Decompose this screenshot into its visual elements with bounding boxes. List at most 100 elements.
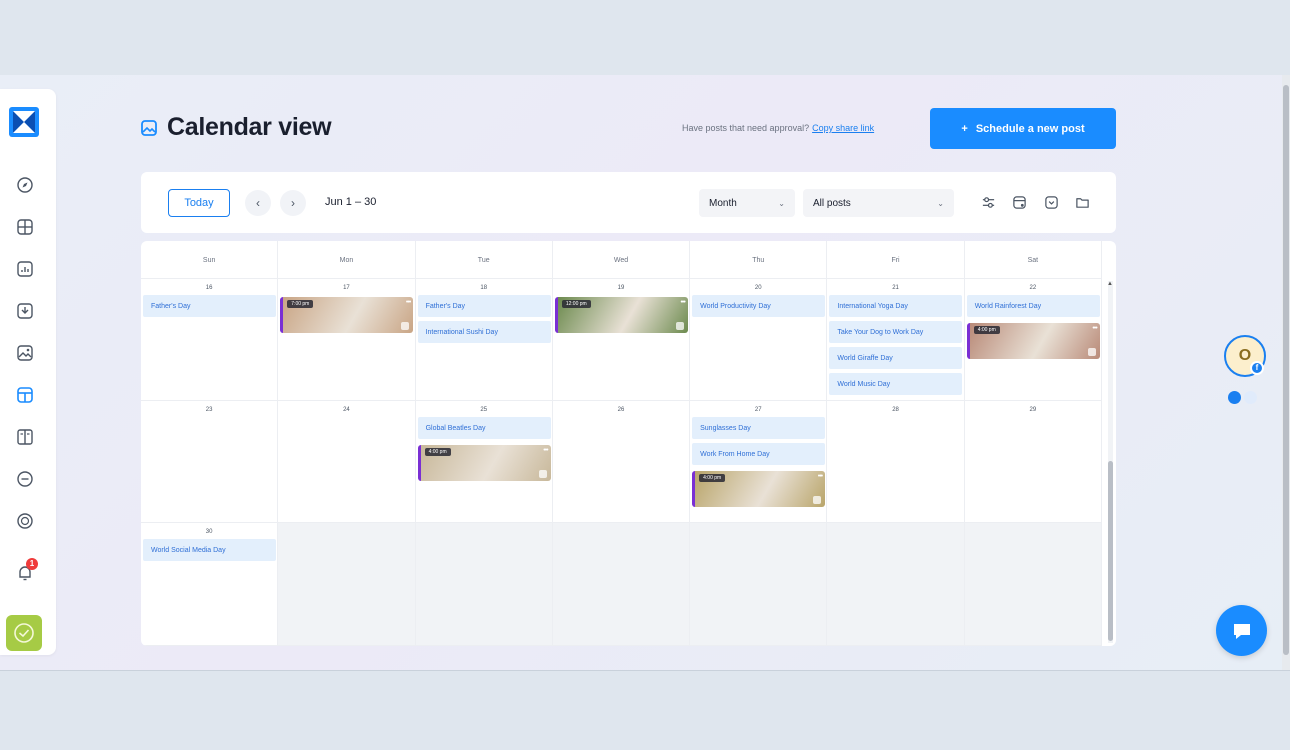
day-cell[interactable]: 17 7:00 pm ••• [278, 279, 416, 400]
download-icon[interactable] [15, 301, 35, 321]
select-checkbox-icon[interactable] [538, 470, 547, 478]
app-window: 1 Calendar view Have posts that need app… [0, 75, 1290, 670]
more-options-icon[interactable]: ••• [818, 473, 823, 480]
chat-support-button[interactable] [1216, 605, 1267, 656]
week-row: 16 Father's Day 17 7:00 pm ••• 18 Father's Day… [141, 279, 1102, 401]
next-month-icon[interactable]: › [280, 190, 306, 216]
calendar-title-icon [141, 119, 157, 136]
copy-share-link[interactable]: Copy share link [812, 123, 874, 133]
post-time: 7:00 pm [287, 300, 314, 308]
day-cell[interactable]: 18 Father's Day International Sushi Day [416, 279, 553, 400]
day-cell[interactable] [964, 523, 1102, 645]
week-row: 23 24 25 Global Beatles Day 4:00 pm ••• 26 27 Su… [141, 401, 1102, 523]
more-options-icon[interactable]: ••• [680, 299, 685, 306]
select-checkbox-icon[interactable] [675, 322, 684, 330]
scroll-up-icon[interactable]: ▲ [1107, 281, 1113, 287]
page-scroll-thumb[interactable] [1283, 85, 1289, 655]
post-time: 4:00 pm [424, 448, 451, 456]
bell-icon[interactable]: 1 [15, 558, 38, 583]
day-cell[interactable]: 26 [553, 401, 691, 522]
scheduled-post[interactable]: 4:00 pm ••• [692, 471, 826, 507]
view-select-value: Month [709, 197, 737, 209]
day-cell[interactable]: 29 [965, 401, 1102, 522]
day-name: Fri [827, 241, 965, 279]
app-logo-icon[interactable] [9, 107, 39, 137]
folder-icon[interactable] [1073, 193, 1091, 211]
select-checkbox-icon[interactable] [813, 496, 822, 504]
day-cell[interactable]: 30 World Social Media Day [141, 523, 279, 645]
calendar-scroll-thumb[interactable] [1108, 461, 1113, 641]
holiday-event[interactable]: Sunglasses Day [692, 417, 826, 439]
date-number: 28 [892, 407, 899, 413]
calendar-nav-icon[interactable] [15, 385, 35, 405]
scheduled-post[interactable]: 4:00 pm ••• [966, 323, 1100, 359]
holiday-event[interactable]: World Giraffe Day [829, 347, 963, 369]
day-cell[interactable]: 21 International Yoga Day Take Your Dog to… [827, 279, 965, 400]
account-logo-icon[interactable] [6, 615, 42, 651]
day-cell[interactable]: 20 World Productivity Day [690, 279, 828, 400]
globe-icon[interactable] [15, 511, 35, 531]
view-select[interactable]: Month ⌄ [699, 189, 795, 217]
select-checkbox-icon[interactable] [1087, 348, 1096, 356]
holiday-event[interactable]: World Music Day [829, 373, 963, 395]
media-icon[interactable] [15, 343, 35, 363]
day-cell[interactable] [415, 523, 553, 645]
scheduled-post[interactable]: 4:00 pm ••• [417, 445, 551, 481]
schedule-new-post-button[interactable]: + Schedule a new post [930, 108, 1116, 149]
day-cell[interactable] [690, 523, 828, 645]
archive-icon[interactable] [1042, 193, 1060, 211]
instagram-icon [1228, 391, 1241, 404]
page-scrollbar[interactable] [1282, 75, 1290, 670]
day-cell[interactable]: 28 [827, 401, 965, 522]
filter-select[interactable]: All posts ⌄ [803, 189, 954, 217]
post-time: 4:00 pm [699, 474, 726, 482]
connected-accounts[interactable] [1228, 391, 1257, 404]
day-cell[interactable]: 22 World Rainforest Day 4:00 pm ••• [965, 279, 1102, 400]
day-cell[interactable] [278, 523, 416, 645]
today-button[interactable]: Today [168, 189, 230, 217]
holiday-event[interactable]: Father's Day [417, 295, 551, 317]
post-time: 12:00 pm [561, 300, 591, 308]
holiday-event[interactable]: Father's Day [143, 295, 276, 317]
date-number: 22 [1029, 285, 1037, 291]
holiday-event[interactable]: World Productivity Day [692, 295, 826, 317]
day-cell[interactable]: 19 12:00 pm ••• [553, 279, 691, 400]
date-number: 25 [480, 407, 488, 413]
holiday-event[interactable]: Global Beatles Day [417, 417, 551, 439]
compass-icon[interactable] [15, 175, 35, 195]
more-options-icon[interactable]: ••• [1092, 325, 1097, 332]
day-cell[interactable] [827, 523, 965, 645]
holiday-event[interactable]: International Sushi Day [417, 321, 551, 343]
dashboard-icon[interactable] [15, 217, 35, 237]
analytics-icon[interactable] [15, 259, 35, 279]
notification-badge: 1 [26, 558, 38, 570]
holiday-event[interactable]: Work From Home Day [692, 443, 826, 465]
day-cell[interactable]: 25 Global Beatles Day 4:00 pm ••• [416, 401, 553, 522]
calendar-settings-icon[interactable] [1010, 193, 1028, 211]
day-cell[interactable]: 24 [278, 401, 416, 522]
prev-month-icon[interactable]: ‹ [245, 190, 271, 216]
holiday-event[interactable]: World Social Media Day [143, 539, 276, 561]
chat-bubble-icon[interactable] [15, 469, 35, 489]
day-cell[interactable]: 16 Father's Day [141, 279, 279, 400]
day-cell[interactable] [552, 523, 691, 645]
date-number: 29 [1029, 407, 1037, 413]
layout-icon[interactable] [15, 427, 35, 447]
date-number: 19 [617, 285, 625, 291]
chevron-down-icon: ⌄ [778, 198, 785, 208]
scheduled-post[interactable]: 12:00 pm ••• [554, 297, 688, 333]
holiday-event[interactable]: World Rainforest Day [966, 295, 1100, 317]
day-name: Mon [278, 241, 416, 279]
date-number: 30 [205, 529, 213, 535]
calendar-scrollbar[interactable] [1108, 281, 1113, 643]
sliders-icon[interactable] [979, 193, 997, 211]
more-options-icon[interactable]: ••• [543, 447, 548, 454]
holiday-event[interactable]: International Yoga Day [829, 295, 963, 317]
day-cell[interactable]: 23 [141, 401, 279, 522]
more-options-icon[interactable]: ••• [406, 299, 411, 306]
scheduled-post[interactable]: 7:00 pm ••• [280, 297, 414, 333]
select-checkbox-icon[interactable] [401, 322, 410, 330]
day-cell[interactable]: 27 Sunglasses Day Work From Home Day 4:00 p… [690, 401, 828, 522]
approval-note: Have posts that need approval? Copy share… [682, 123, 874, 133]
holiday-event[interactable]: Take Your Dog to Work Day [829, 321, 963, 343]
